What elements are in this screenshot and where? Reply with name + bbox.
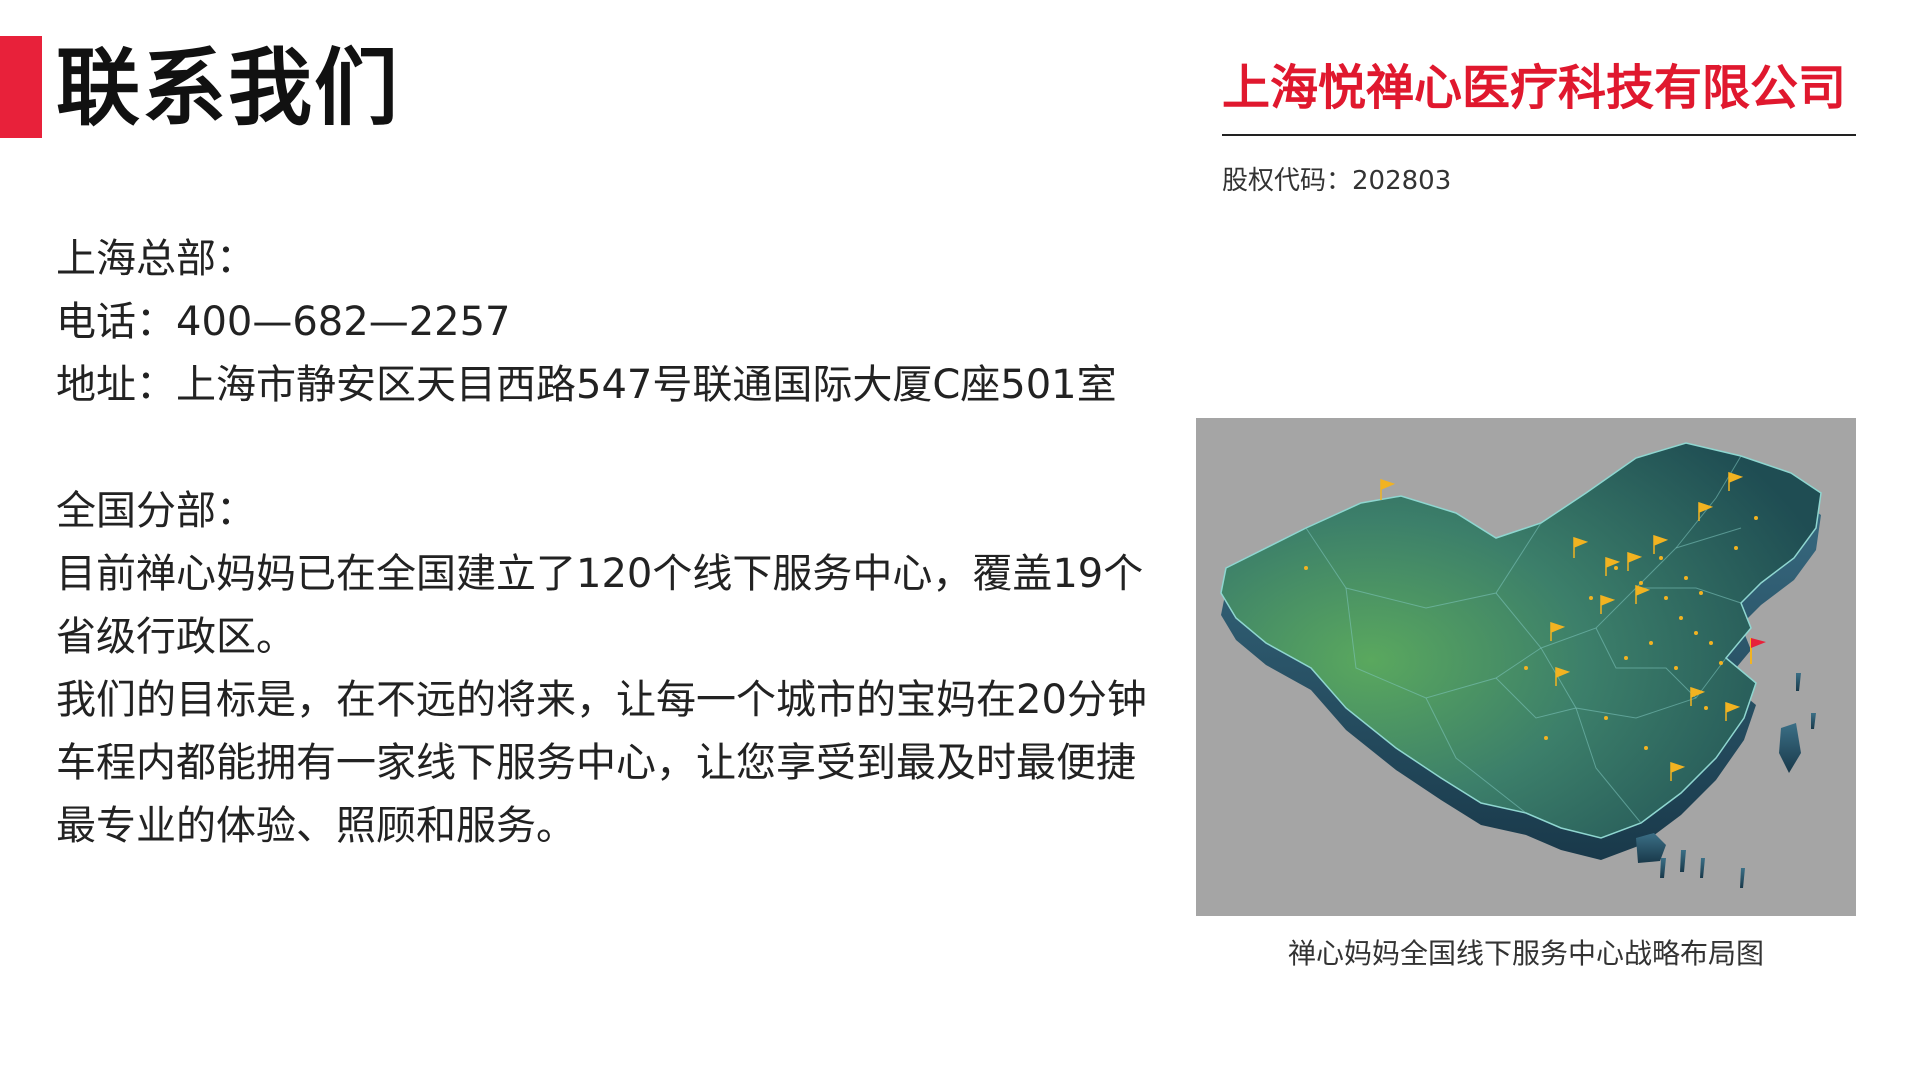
title-accent-bar	[0, 36, 42, 138]
hq-heading: 上海总部：	[56, 236, 256, 282]
branches-heading: 全国分部：	[56, 488, 256, 534]
company-name: 上海悦禅心医疗科技有限公司	[1222, 60, 1847, 116]
branches-paragraph-2: 我们的目标是，在不远的将来，让每一个城市的宝妈在20分钟车程内都能拥有一家线下服…	[56, 677, 1147, 849]
contact-content: 上海总部： 电话：400—682—2257 地址：上海市静安区天目西路547号联…	[56, 228, 1166, 858]
hq-phone: 电话：400—682—2257	[56, 299, 511, 345]
china-map-illustration	[1196, 418, 1856, 916]
china-service-map	[1196, 418, 1856, 916]
company-divider	[1222, 134, 1856, 136]
page-title: 联系我们	[56, 39, 401, 137]
slide-page: 联系我们 上海悦禅心医疗科技有限公司 股权代码：202803 上海总部： 电话：…	[0, 0, 1920, 1080]
company-block: 上海悦禅心医疗科技有限公司 股权代码：202803	[1222, 56, 1856, 198]
stock-code: 股权代码：202803	[1222, 166, 1452, 196]
branches-paragraph-1: 目前禅心妈妈已在全国建立了120个线下服务中心，覆盖19个省级行政区。	[56, 551, 1144, 660]
hq-address: 地址：上海市静安区天目西路547号联通国际大厦C座501室	[56, 362, 1117, 408]
map-caption: 禅心妈妈全国线下服务中心战略布局图	[1287, 937, 1764, 970]
